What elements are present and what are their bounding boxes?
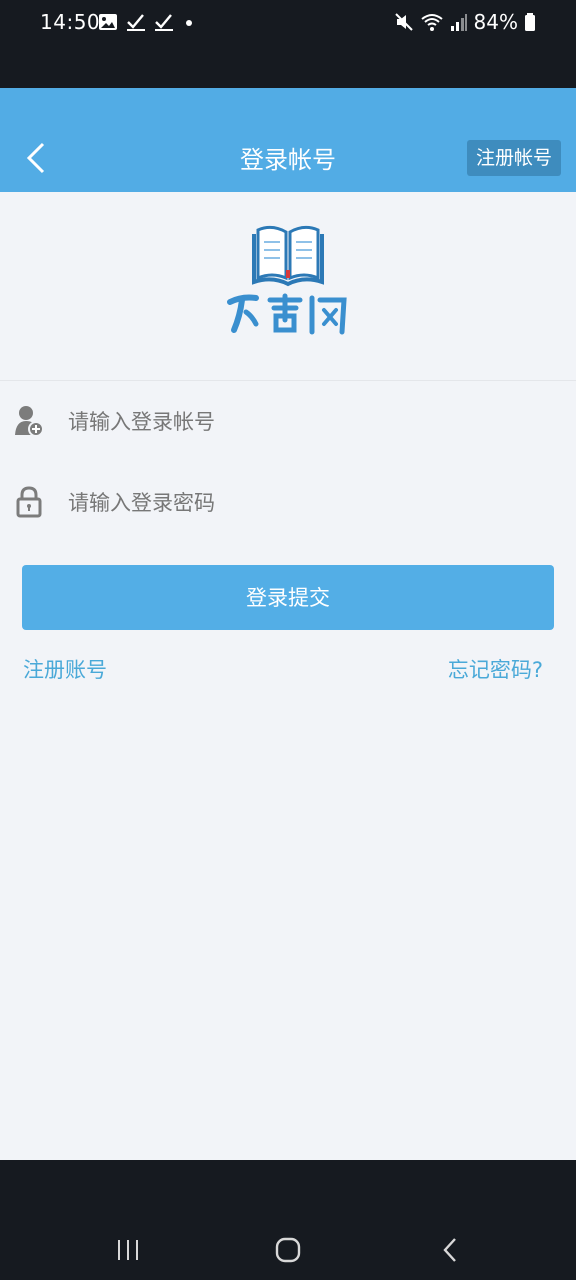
- app-header: 登录帐号 注册帐号: [0, 88, 576, 192]
- system-navigation-bar: [0, 1160, 576, 1280]
- register-header-button[interactable]: 注册帐号: [466, 140, 561, 176]
- signal-icon: [450, 14, 467, 31]
- password-field: [0, 462, 576, 542]
- check-icon: [155, 14, 173, 31]
- account-input[interactable]: [66, 401, 550, 443]
- check-icon: [127, 14, 145, 31]
- status-notification-icons: [98, 12, 196, 32]
- back-icon: [443, 1238, 456, 1262]
- wifi-icon: [420, 14, 443, 31]
- mute-icon: [394, 13, 413, 31]
- account-field: [0, 381, 576, 461]
- status-right-group: 84%: [394, 10, 536, 34]
- gallery-icon: [99, 14, 117, 30]
- user-add-icon: [15, 406, 44, 437]
- recent-apps-icon: [118, 1240, 138, 1260]
- status-bar: 14:50 84%: [0, 0, 576, 88]
- app-logo: [220, 220, 356, 340]
- home-button[interactable]: [266, 1230, 310, 1270]
- logo-area: [0, 192, 576, 381]
- password-input[interactable]: [66, 482, 550, 524]
- dot-icon: [186, 20, 192, 26]
- login-submit-button[interactable]: 登录提交: [22, 565, 554, 630]
- battery-percentage: 84%: [473, 10, 518, 34]
- lock-icon: [16, 486, 42, 518]
- status-time: 14:50: [40, 10, 101, 34]
- battery-icon: [525, 13, 535, 31]
- home-icon: [275, 1237, 301, 1263]
- register-account-link[interactable]: 注册账号: [23, 654, 107, 684]
- recent-apps-button[interactable]: [106, 1230, 150, 1270]
- forgot-password-link[interactable]: 忘记密码?: [448, 654, 543, 684]
- system-back-button[interactable]: [428, 1230, 472, 1270]
